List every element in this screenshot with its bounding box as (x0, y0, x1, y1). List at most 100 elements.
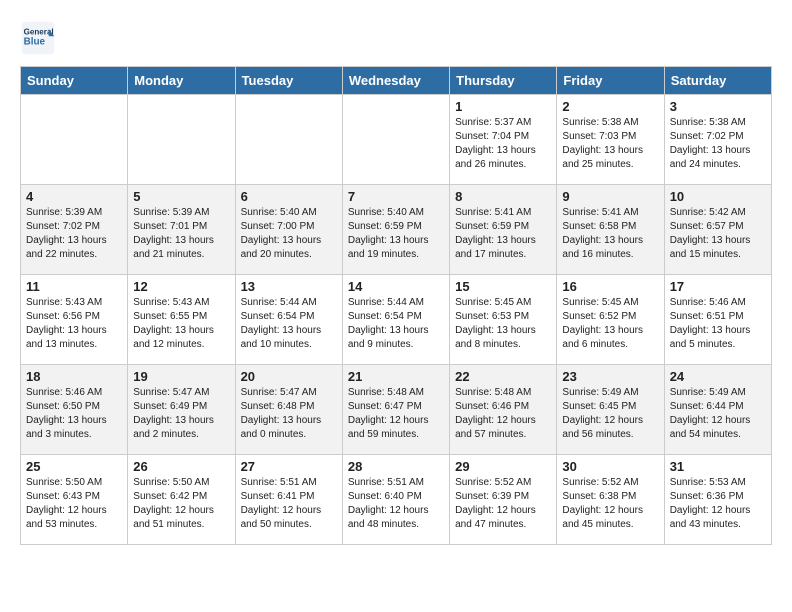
day-number: 14 (348, 279, 444, 294)
day-info: Sunrise: 5:50 AM Sunset: 6:43 PM Dayligh… (26, 476, 122, 532)
day-number: 17 (670, 279, 766, 294)
calendar-cell: 3 Sunrise: 5:38 AM Sunset: 7:02 PM Daylig… (664, 95, 771, 185)
day-info: Sunrise: 5:43 AM Sunset: 6:56 PM Dayligh… (26, 296, 122, 352)
svg-text:Blue: Blue (24, 36, 46, 47)
calendar-table: SundayMondayTuesdayWednesdayThursdayFrid… (20, 66, 772, 545)
calendar-cell: 10 Sunrise: 5:42 AM Sunset: 6:57 PM Dayli… (664, 185, 771, 275)
calendar-cell: 26 Sunrise: 5:50 AM Sunset: 6:42 PM Dayli… (128, 455, 235, 545)
day-number: 1 (455, 99, 551, 114)
day-info: Sunrise: 5:45 AM Sunset: 6:53 PM Dayligh… (455, 296, 551, 352)
day-number: 6 (241, 189, 337, 204)
day-info: Sunrise: 5:52 AM Sunset: 6:39 PM Dayligh… (455, 476, 551, 532)
calendar-cell: 15 Sunrise: 5:45 AM Sunset: 6:53 PM Dayli… (450, 275, 557, 365)
day-number: 20 (241, 369, 337, 384)
day-info: Sunrise: 5:43 AM Sunset: 6:55 PM Dayligh… (133, 296, 229, 352)
day-info: Sunrise: 5:38 AM Sunset: 7:02 PM Dayligh… (670, 116, 766, 172)
week-row: 11 Sunrise: 5:43 AM Sunset: 6:56 PM Dayli… (21, 275, 772, 365)
day-number: 18 (26, 369, 122, 384)
day-number: 26 (133, 459, 229, 474)
day-number: 13 (241, 279, 337, 294)
calendar-cell: 20 Sunrise: 5:47 AM Sunset: 6:48 PM Dayli… (235, 365, 342, 455)
calendar-cell: 30 Sunrise: 5:52 AM Sunset: 6:38 PM Dayli… (557, 455, 664, 545)
day-info: Sunrise: 5:38 AM Sunset: 7:03 PM Dayligh… (562, 116, 658, 172)
calendar-cell (235, 95, 342, 185)
col-header-monday: Monday (128, 67, 235, 95)
calendar-cell: 27 Sunrise: 5:51 AM Sunset: 6:41 PM Dayli… (235, 455, 342, 545)
day-number: 8 (455, 189, 551, 204)
day-info: Sunrise: 5:42 AM Sunset: 6:57 PM Dayligh… (670, 206, 766, 262)
calendar-cell: 25 Sunrise: 5:50 AM Sunset: 6:43 PM Dayli… (21, 455, 128, 545)
day-info: Sunrise: 5:47 AM Sunset: 6:49 PM Dayligh… (133, 386, 229, 442)
calendar-cell (21, 95, 128, 185)
week-row: 18Sunrise: 5:46 AM Sunset: 6:50 PM Dayli… (21, 365, 772, 455)
calendar-cell (128, 95, 235, 185)
day-info: Sunrise: 5:49 AM Sunset: 6:45 PM Dayligh… (562, 386, 658, 442)
col-header-thursday: Thursday (450, 67, 557, 95)
calendar-cell: 5 Sunrise: 5:39 AM Sunset: 7:01 PM Daylig… (128, 185, 235, 275)
calendar-cell: 14 Sunrise: 5:44 AM Sunset: 6:54 PM Dayli… (342, 275, 449, 365)
col-header-sunday: Sunday (21, 67, 128, 95)
day-number: 21 (348, 369, 444, 384)
day-info: Sunrise: 5:41 AM Sunset: 6:58 PM Dayligh… (562, 206, 658, 262)
day-number: 11 (26, 279, 122, 294)
day-info: Sunrise: 5:37 AM Sunset: 7:04 PM Dayligh… (455, 116, 551, 172)
day-info: Sunrise: 5:44 AM Sunset: 6:54 PM Dayligh… (348, 296, 444, 352)
calendar-cell: 24 Sunrise: 5:49 AM Sunset: 6:44 PM Dayli… (664, 365, 771, 455)
day-number: 22 (455, 369, 551, 384)
calendar-cell: 7Sunrise: 5:40 AM Sunset: 6:59 PM Daylig… (342, 185, 449, 275)
day-number: 5 (133, 189, 229, 204)
day-info: Sunrise: 5:51 AM Sunset: 6:41 PM Dayligh… (241, 476, 337, 532)
day-info: Sunrise: 5:46 AM Sunset: 6:51 PM Dayligh… (670, 296, 766, 352)
day-number: 10 (670, 189, 766, 204)
day-number: 31 (670, 459, 766, 474)
week-row: 4Sunrise: 5:39 AM Sunset: 7:02 PM Daylig… (21, 185, 772, 275)
day-number: 3 (670, 99, 766, 114)
day-number: 15 (455, 279, 551, 294)
calendar-cell: 8 Sunrise: 5:41 AM Sunset: 6:59 PM Daylig… (450, 185, 557, 275)
day-info: Sunrise: 5:40 AM Sunset: 7:00 PM Dayligh… (241, 206, 337, 262)
calendar-cell (342, 95, 449, 185)
day-number: 30 (562, 459, 658, 474)
day-info: Sunrise: 5:39 AM Sunset: 7:01 PM Dayligh… (133, 206, 229, 262)
day-number: 24 (670, 369, 766, 384)
day-info: Sunrise: 5:50 AM Sunset: 6:42 PM Dayligh… (133, 476, 229, 532)
week-row: 25 Sunrise: 5:50 AM Sunset: 6:43 PM Dayli… (21, 455, 772, 545)
calendar-header: SundayMondayTuesdayWednesdayThursdayFrid… (21, 67, 772, 95)
col-header-tuesday: Tuesday (235, 67, 342, 95)
col-header-saturday: Saturday (664, 67, 771, 95)
logo-icon: General Blue (20, 20, 56, 56)
day-number: 19 (133, 369, 229, 384)
day-info: Sunrise: 5:51 AM Sunset: 6:40 PM Dayligh… (348, 476, 444, 532)
day-number: 29 (455, 459, 551, 474)
calendar-cell: 1 Sunrise: 5:37 AM Sunset: 7:04 PM Daylig… (450, 95, 557, 185)
day-number: 2 (562, 99, 658, 114)
calendar-cell: 31Sunrise: 5:53 AM Sunset: 6:36 PM Dayli… (664, 455, 771, 545)
day-info: Sunrise: 5:48 AM Sunset: 6:47 PM Dayligh… (348, 386, 444, 442)
day-number: 4 (26, 189, 122, 204)
calendar-cell: 17 Sunrise: 5:46 AM Sunset: 6:51 PM Dayli… (664, 275, 771, 365)
day-info: Sunrise: 5:47 AM Sunset: 6:48 PM Dayligh… (241, 386, 337, 442)
calendar-cell: 19 Sunrise: 5:47 AM Sunset: 6:49 PM Dayli… (128, 365, 235, 455)
day-info: Sunrise: 5:52 AM Sunset: 6:38 PM Dayligh… (562, 476, 658, 532)
day-number: 23 (562, 369, 658, 384)
day-number: 27 (241, 459, 337, 474)
col-header-friday: Friday (557, 67, 664, 95)
day-info: Sunrise: 5:49 AM Sunset: 6:44 PM Dayligh… (670, 386, 766, 442)
day-number: 12 (133, 279, 229, 294)
day-number: 9 (562, 189, 658, 204)
day-info: Sunrise: 5:41 AM Sunset: 6:59 PM Dayligh… (455, 206, 551, 262)
day-number: 16 (562, 279, 658, 294)
day-info: Sunrise: 5:44 AM Sunset: 6:54 PM Dayligh… (241, 296, 337, 352)
logo: General Blue (20, 20, 56, 56)
calendar-cell: 22Sunrise: 5:48 AM Sunset: 6:46 PM Dayli… (450, 365, 557, 455)
calendar-cell: 16Sunrise: 5:45 AM Sunset: 6:52 PM Dayli… (557, 275, 664, 365)
calendar-cell: 21 Sunrise: 5:48 AM Sunset: 6:47 PM Dayli… (342, 365, 449, 455)
calendar-cell: 11 Sunrise: 5:43 AM Sunset: 6:56 PM Dayli… (21, 275, 128, 365)
calendar-cell: 23 Sunrise: 5:49 AM Sunset: 6:45 PM Dayli… (557, 365, 664, 455)
day-number: 7 (348, 189, 444, 204)
calendar-cell: 18Sunrise: 5:46 AM Sunset: 6:50 PM Dayli… (21, 365, 128, 455)
calendar-cell: 6 Sunrise: 5:40 AM Sunset: 7:00 PM Daylig… (235, 185, 342, 275)
col-header-wednesday: Wednesday (342, 67, 449, 95)
calendar-cell: 28Sunrise: 5:51 AM Sunset: 6:40 PM Dayli… (342, 455, 449, 545)
day-number: 25 (26, 459, 122, 474)
